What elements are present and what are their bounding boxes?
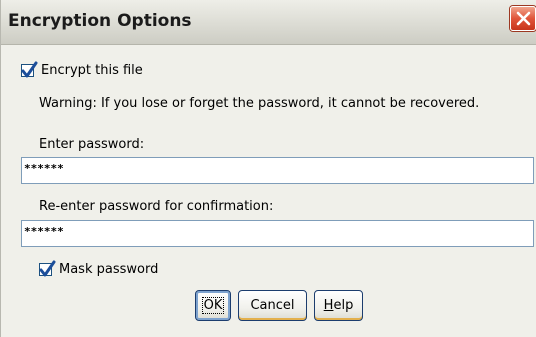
mask-password-checkbox[interactable] bbox=[39, 260, 56, 277]
ok-button[interactable]: OK bbox=[195, 290, 231, 321]
checkmark-icon bbox=[39, 260, 56, 277]
close-button[interactable] bbox=[510, 6, 536, 31]
help-label-rest: elp bbox=[333, 298, 354, 313]
password-field[interactable]: ****** bbox=[21, 157, 534, 184]
confirm-password-field[interactable]: ****** bbox=[21, 220, 534, 247]
cancel-button-label: Cancel bbox=[250, 298, 295, 313]
title-bar[interactable]: Encryption Options bbox=[1, 0, 536, 45]
encryption-options-dialog: Encryption Options Encrypt this file War… bbox=[0, 0, 536, 337]
mask-password-label: Mask password bbox=[59, 262, 159, 277]
checkmark-icon bbox=[21, 61, 38, 78]
encrypt-file-checkbox[interactable] bbox=[21, 61, 38, 78]
confirm-password-label: Re-enter password for confirmation: bbox=[39, 199, 274, 214]
help-button-label: Help bbox=[324, 298, 354, 313]
close-icon bbox=[516, 11, 531, 26]
cancel-button[interactable]: Cancel bbox=[238, 290, 307, 321]
help-mnemonic: H bbox=[323, 298, 334, 313]
ok-button-label: OK bbox=[201, 297, 225, 314]
enter-password-label: Enter password: bbox=[39, 137, 145, 152]
warning-text: Warning: If you lose or forget the passw… bbox=[39, 96, 480, 111]
dialog-title: Encryption Options bbox=[8, 11, 192, 31]
help-button[interactable]: Help bbox=[314, 290, 363, 321]
encrypt-file-checkbox-row[interactable]: Encrypt this file bbox=[21, 61, 143, 78]
mask-password-checkbox-row[interactable]: Mask password bbox=[39, 260, 159, 277]
encrypt-file-label: Encrypt this file bbox=[41, 63, 143, 78]
